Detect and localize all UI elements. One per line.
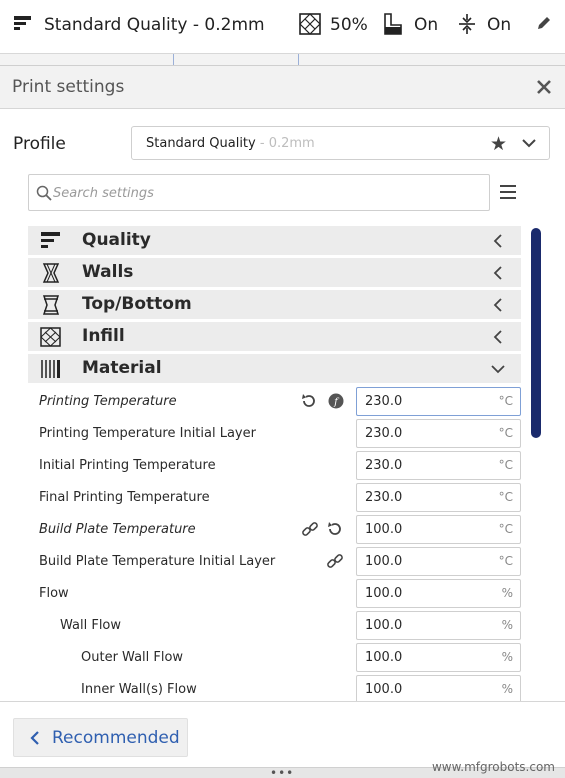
setting-row-printing-temperature-initial-layer: Printing Temperature Initial Layer 230.0… xyxy=(28,418,521,450)
setting-row-initial-printing-temperature: Initial Printing Temperature 230.0 °C xyxy=(28,450,521,482)
category-top-bottom[interactable]: Top/Bottom xyxy=(28,290,521,319)
setting-row-build-plate-temperature: Build Plate Temperature 100.0 °C xyxy=(28,514,521,546)
setting-value-field[interactable]: 230.0 °C xyxy=(356,419,521,448)
panel-header: Print settings xyxy=(0,66,565,109)
function-icon[interactable]: f xyxy=(327,392,345,414)
setting-label: Build Plate Temperature xyxy=(39,522,196,537)
setting-label: Initial Printing Temperature xyxy=(39,458,216,473)
support-icon xyxy=(383,13,403,39)
reset-icon[interactable] xyxy=(326,520,344,542)
chevron-left-icon xyxy=(491,233,505,252)
setting-row-flow: Flow 100.0 % xyxy=(28,578,521,610)
recommended-label: Recommended xyxy=(52,728,180,748)
close-button[interactable] xyxy=(533,76,555,98)
setting-label: Printing Temperature Initial Layer xyxy=(39,426,256,441)
setting-row-wall-flow: Wall Flow 100.0 % xyxy=(28,610,521,642)
category-label: Top/Bottom xyxy=(82,294,192,314)
setting-label: Final Printing Temperature xyxy=(39,490,210,505)
top-bottom-icon xyxy=(40,295,62,319)
link-icon[interactable] xyxy=(326,552,344,574)
chevron-down-icon xyxy=(521,135,537,155)
setting-row-inner-wall-flow: Inner Wall(s) Flow 100.0 % xyxy=(28,674,521,701)
reset-icon[interactable] xyxy=(300,392,318,414)
settings-scrollbar[interactable] xyxy=(531,228,541,438)
support-value[interactable]: On xyxy=(414,14,438,36)
tab-separator xyxy=(173,54,174,65)
category-label: Walls xyxy=(82,262,134,282)
setting-row-printing-temperature: Printing Temperature f 230.0 °C xyxy=(28,386,521,418)
category-walls[interactable]: Walls xyxy=(28,258,521,287)
setting-value-field[interactable]: 100.0 % xyxy=(356,675,521,701)
setting-row-outer-wall-flow: Outer Wall Flow 100.0 % xyxy=(28,642,521,674)
setting-value-field[interactable]: 100.0 % xyxy=(356,579,521,608)
setting-value-field[interactable]: 230.0 °C xyxy=(356,387,521,416)
walls-icon xyxy=(40,263,62,287)
setting-value-field[interactable]: 230.0 °C xyxy=(356,451,521,480)
search-icon xyxy=(36,185,52,205)
chevron-left-icon xyxy=(491,329,505,348)
setting-value-field[interactable]: 100.0 °C xyxy=(356,515,521,544)
chevron-left-icon xyxy=(491,265,505,284)
setting-row-build-plate-temperature-initial-layer: Build Plate Temperature Initial Layer 10… xyxy=(28,546,521,578)
quality-profile-icon xyxy=(13,14,33,38)
infill-value[interactable]: 50% xyxy=(330,14,368,36)
setting-value-field[interactable]: 100.0 °C xyxy=(356,547,521,576)
watermark: www.mfgrobots.com xyxy=(431,760,555,774)
setting-label: Wall Flow xyxy=(60,618,122,633)
chevron-left-icon xyxy=(28,730,42,750)
setting-value-field[interactable]: 100.0 % xyxy=(356,611,521,640)
infill-icon xyxy=(299,13,321,39)
setting-label: Inner Wall(s) Flow xyxy=(81,682,197,697)
infill-icon xyxy=(40,327,62,351)
drag-dots-icon: ••• xyxy=(270,766,295,778)
edit-icon[interactable] xyxy=(536,15,552,35)
close-icon xyxy=(537,80,551,94)
setting-value-field[interactable]: 230.0 °C xyxy=(356,483,521,512)
chevron-left-icon xyxy=(491,297,505,316)
setting-value-field[interactable]: 100.0 % xyxy=(356,643,521,672)
adhesion-icon xyxy=(457,13,477,39)
link-icon[interactable] xyxy=(301,520,319,542)
panel-title: Print settings xyxy=(12,77,125,97)
recommended-button[interactable]: Recommended xyxy=(13,718,188,757)
category-material[interactable]: Material xyxy=(28,354,521,383)
category-infill[interactable]: Infill xyxy=(28,322,521,351)
profile-label: Profile xyxy=(13,134,66,154)
material-icon xyxy=(40,359,62,383)
settings-list: Quality Walls Top/Bottom Infill Material… xyxy=(28,226,521,701)
search-box xyxy=(28,174,490,211)
top-bar: Standard Quality - 0.2mm 50% On On xyxy=(0,0,565,54)
chevron-down-icon xyxy=(491,361,505,380)
profile-selected-value: Standard Quality - 0.2mm xyxy=(146,136,315,151)
category-label: Infill xyxy=(82,326,125,346)
search-input[interactable] xyxy=(53,181,473,205)
category-quality[interactable]: Quality xyxy=(28,226,521,255)
profile-dropdown[interactable]: Standard Quality - 0.2mm ★ xyxy=(131,126,550,160)
adhesion-value[interactable]: On xyxy=(487,14,511,36)
setting-label: Build Plate Temperature Initial Layer xyxy=(39,554,276,569)
quality-icon xyxy=(40,231,62,255)
setting-label: Outer Wall Flow xyxy=(81,650,184,665)
favorite-star-icon[interactable]: ★ xyxy=(490,133,507,155)
setting-label: Printing Temperature xyxy=(39,394,177,409)
setting-row-final-printing-temperature: Final Printing Temperature 230.0 °C xyxy=(28,482,521,514)
header-tab-strip xyxy=(0,54,565,65)
category-label: Quality xyxy=(82,230,151,250)
profile-summary[interactable]: Standard Quality - 0.2mm xyxy=(44,14,265,36)
setting-label: Flow xyxy=(39,586,69,601)
print-settings-panel: Print settings Profile Standard Quality … xyxy=(0,65,565,778)
tab-separator xyxy=(298,54,299,65)
settings-visibility-menu-icon[interactable] xyxy=(500,185,516,199)
category-label: Material xyxy=(82,358,162,378)
